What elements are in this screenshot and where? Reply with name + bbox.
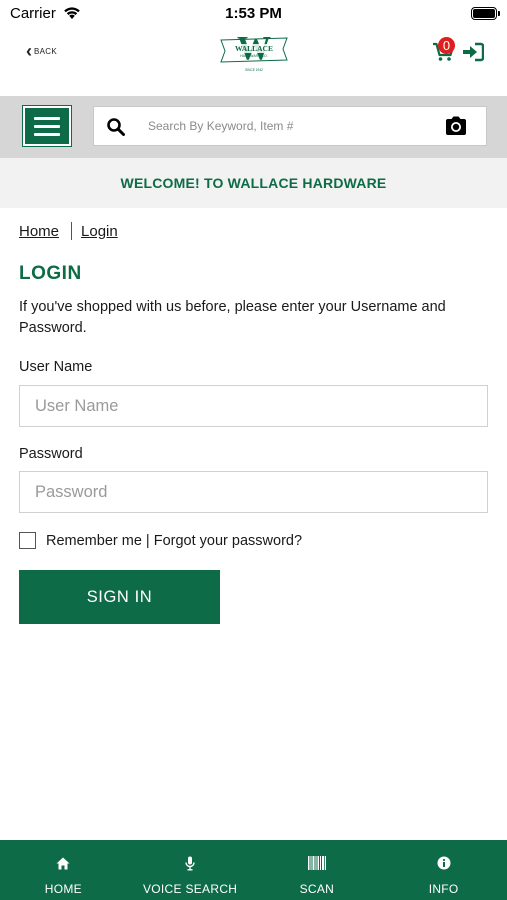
password-field[interactable] <box>19 471 488 513</box>
wallace-hardware-logo[interactable]: W WALLACE HARDWARE CO. SINCE 1942 <box>219 31 289 75</box>
chevron-left-icon: ‹ <box>26 41 32 61</box>
battery-icon <box>471 7 500 20</box>
username-label: User Name <box>19 359 93 375</box>
remember-row: Remember me | Forgot your password? <box>19 532 302 549</box>
remember-me-checkbox[interactable] <box>19 532 36 549</box>
logo-subtitle: HARDWARE CO. <box>240 54 268 58</box>
cart-count-badge: 0 <box>438 37 455 54</box>
home-icon <box>56 855 70 871</box>
search-strip <box>0 96 507 158</box>
bottom-tab-bar: HOME VOICE SEARCH SCAN INFO <box>0 840 507 900</box>
logo-name: WALLACE <box>235 44 273 53</box>
logo-year: SINCE 1942 <box>245 68 263 72</box>
menu-line-icon <box>34 132 60 136</box>
tab-voice-search-label: VOICE SEARCH <box>142 882 238 896</box>
barcode-icon <box>307 855 326 871</box>
remember-forgot-text: Remember me | Forgot your password? <box>46 533 302 549</box>
hamburger-menu-button[interactable] <box>22 105 72 147</box>
tab-info-label: INFO <box>428 882 459 896</box>
back-label: BACK <box>34 46 57 56</box>
menu-line-icon <box>34 124 60 128</box>
remember-separator: | <box>145 532 150 549</box>
app-header: ‹ BACK W WALLACE HARDWARE CO. SINCE 1942… <box>0 28 507 96</box>
info-icon <box>437 855 451 871</box>
password-label: Password <box>19 446 83 462</box>
breadcrumb: Home Login <box>19 222 118 240</box>
tab-home-label: HOME <box>44 882 82 896</box>
menu-line-icon <box>34 116 60 120</box>
search-icon[interactable] <box>106 117 126 137</box>
tab-voice-search[interactable]: VOICE SEARCH <box>127 840 254 900</box>
page-title: LOGIN <box>19 263 82 284</box>
breadcrumb-login-link[interactable]: Login <box>81 223 118 240</box>
welcome-banner: WELCOME! TO WALLACE HARDWARE <box>0 158 507 208</box>
tab-home[interactable]: HOME <box>0 840 127 900</box>
breadcrumb-home-link[interactable]: Home <box>19 223 59 240</box>
login-intro-text: If you've shopped with us before, please… <box>19 299 446 336</box>
sign-in-button[interactable]: SIGN IN <box>19 570 220 624</box>
clock: 1:53 PM <box>225 5 282 22</box>
status-bar: Carrier 1:53 PM <box>0 0 507 28</box>
welcome-message: WELCOME! TO WALLACE HARDWARE <box>120 175 387 191</box>
username-field[interactable] <box>19 385 488 427</box>
search-box <box>93 106 487 146</box>
search-input[interactable] <box>148 107 428 145</box>
tab-scan-label: SCAN <box>299 882 335 896</box>
microphone-icon <box>185 855 195 871</box>
remember-me-label[interactable]: Remember me <box>46 533 142 549</box>
tab-info[interactable]: INFO <box>380 840 507 900</box>
back-button[interactable]: ‹ BACK <box>26 42 57 60</box>
tab-scan[interactable]: SCAN <box>254 840 381 900</box>
forgot-password-link[interactable]: Forgot your password? <box>154 533 302 549</box>
breadcrumb-separator <box>71 222 73 240</box>
sign-in-icon[interactable] <box>462 42 484 62</box>
camera-icon[interactable] <box>444 115 468 137</box>
